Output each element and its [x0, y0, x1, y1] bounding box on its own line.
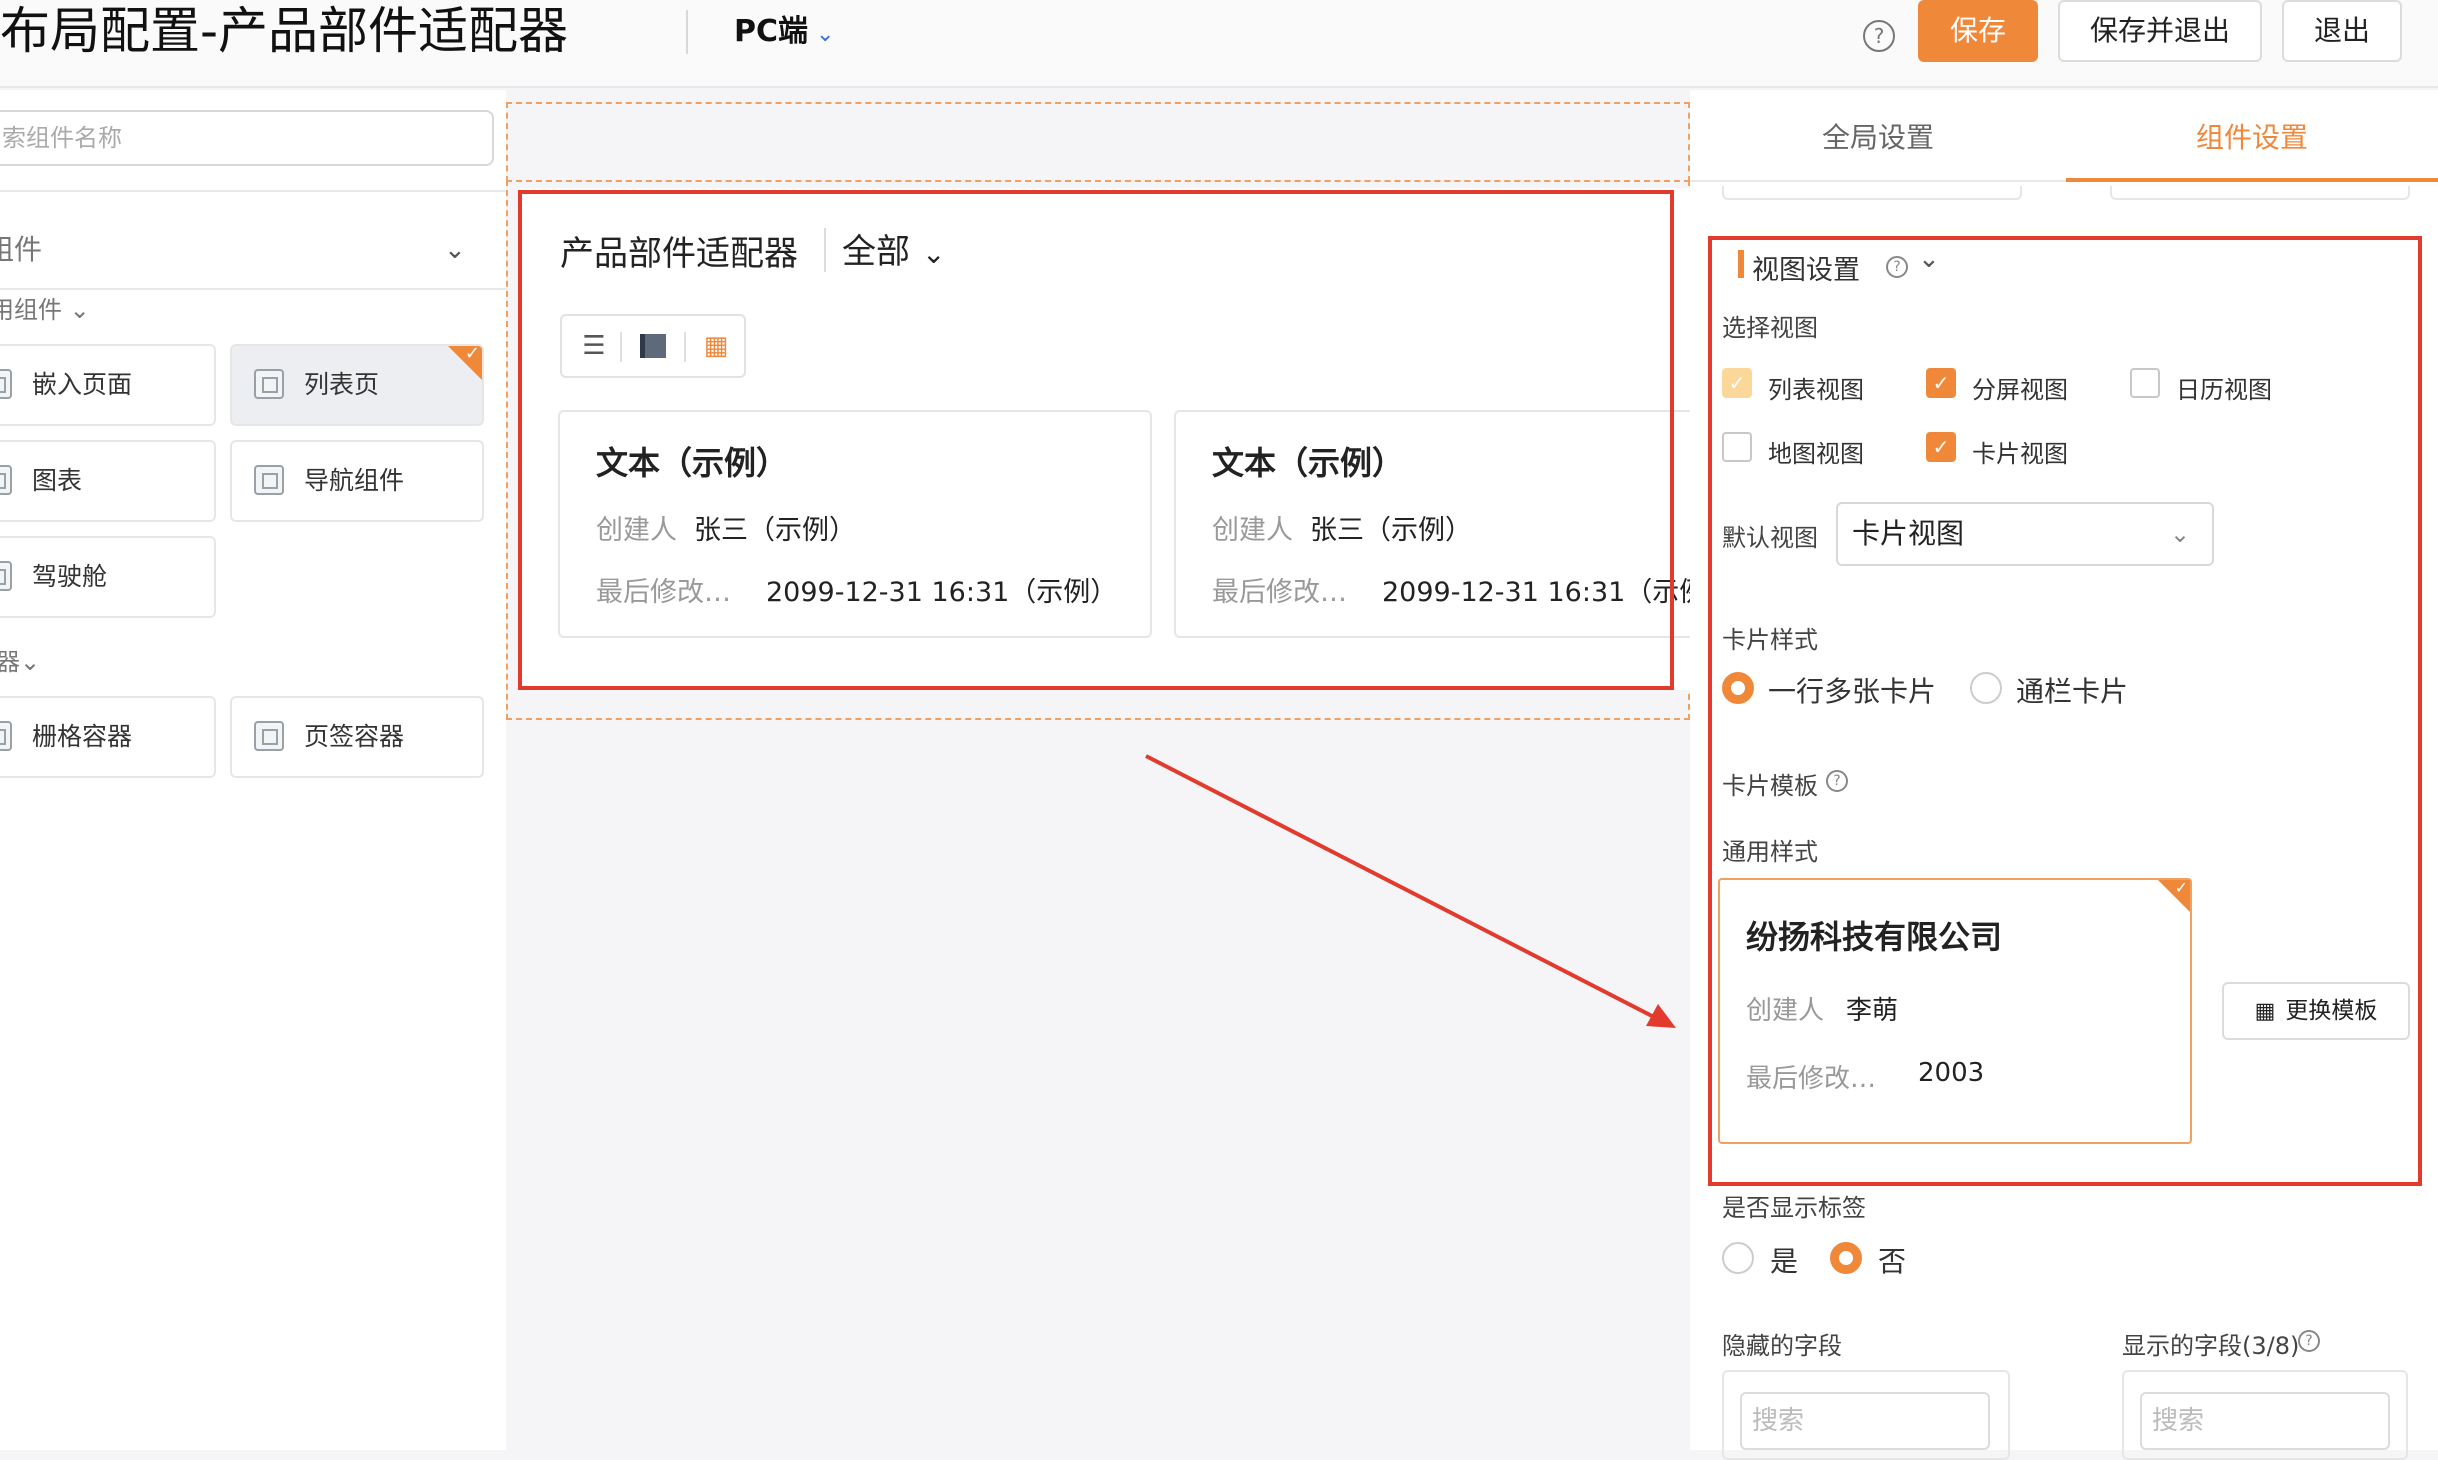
- annotation-arrow: [1145, 754, 1676, 1028]
- arrow-line: [1145, 754, 1653, 1018]
